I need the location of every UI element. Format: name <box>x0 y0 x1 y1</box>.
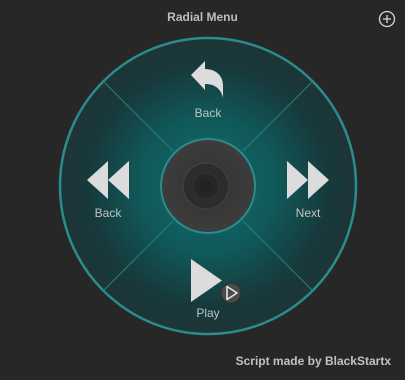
rewind-icon <box>86 160 130 205</box>
play-icon <box>188 258 244 311</box>
radial-item-label-left: Back <box>94 206 122 220</box>
center-knob-dot <box>200 180 212 192</box>
radial-item-label-top: Back <box>194 106 222 120</box>
fast-forward-icon <box>286 160 330 205</box>
credit-text: Script made by BlackStartx <box>235 354 391 368</box>
radial-item-label-right: Next <box>295 206 321 220</box>
radial-item-label-bottom: Play <box>196 306 220 320</box>
radial-menu-window: Radial Menu Back Back Next Play Script m… <box>0 0 405 380</box>
undo-arrow-icon <box>188 58 228 105</box>
